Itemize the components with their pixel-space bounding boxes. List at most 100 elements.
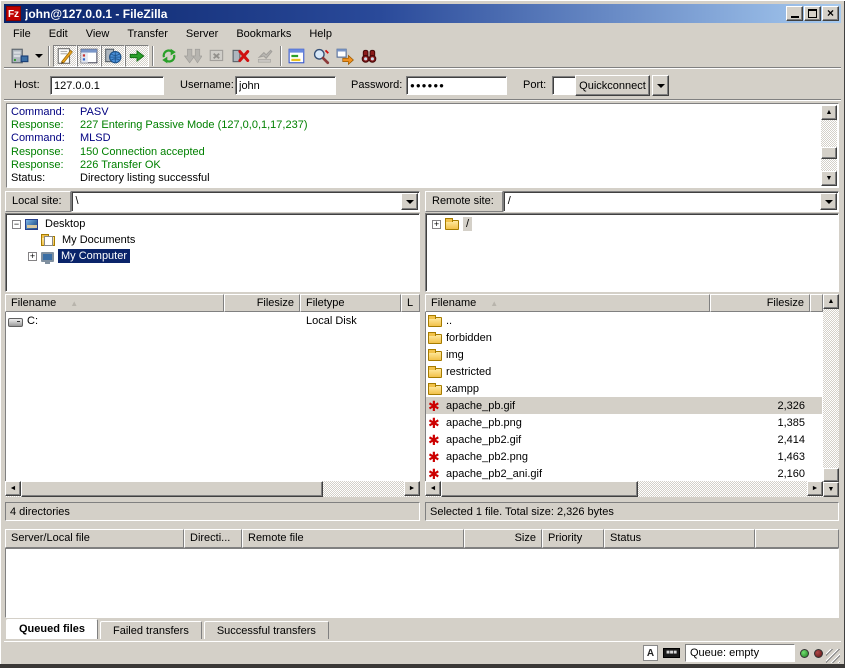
close-button[interactable]: × — [822, 6, 839, 21]
scroll-right-icon[interactable]: ► — [404, 481, 420, 496]
menu-item[interactable]: Transfer — [118, 26, 177, 42]
remote-pane: Remote site: / / Filename Filesize — [425, 191, 839, 522]
log-scrollbar[interactable]: ▲ ▼ — [821, 105, 837, 186]
site-manager-dropdown-button[interactable] — [32, 45, 45, 67]
refresh-button[interactable] — [157, 45, 181, 67]
file-row[interactable]: apache_pb.png 1,385 — [426, 414, 822, 431]
queue-tab[interactable]: Queued files — [6, 619, 98, 639]
queue-list[interactable] — [5, 548, 839, 618]
disconnect-button[interactable] — [229, 45, 253, 67]
file-row[interactable]: apache_pb.gif 2,326 — [426, 397, 822, 414]
queue-tab[interactable]: Failed transfers — [100, 621, 202, 639]
scroll-right-icon[interactable]: ► — [807, 481, 823, 496]
menu-item[interactable]: Bookmarks — [227, 26, 300, 42]
quickconnect-button[interactable]: Quickconnect — [575, 75, 650, 96]
minimize-button[interactable] — [786, 6, 803, 21]
menu-item[interactable]: Edit — [40, 26, 77, 42]
toolbar — [4, 43, 841, 69]
cancel-button[interactable] — [205, 45, 229, 67]
column-header[interactable]: Filesize — [710, 294, 810, 312]
remote-vscrollbar[interactable]: ▲ ▼ — [823, 294, 839, 497]
filter-button[interactable] — [285, 45, 309, 67]
menu-item[interactable]: View — [77, 26, 119, 42]
scroll-up-icon[interactable]: ▲ — [821, 105, 837, 120]
maximize-icon — [808, 9, 817, 18]
remote-vscrollbar-track[interactable] — [823, 309, 839, 482]
tree-expander-icon[interactable] — [432, 220, 441, 229]
menu-item[interactable]: File — [4, 26, 40, 42]
column-header[interactable]: Remote file — [242, 529, 464, 548]
file-row[interactable]: img — [426, 346, 822, 363]
scroll-up-icon[interactable]: ▲ — [823, 294, 839, 309]
column-header[interactable]: Priority — [542, 529, 604, 548]
toggle-local-tree-button[interactable] — [77, 45, 101, 67]
column-header[interactable] — [810, 294, 823, 312]
file-row[interactable]: C: Local Disk — [6, 312, 419, 329]
remote-site-combo[interactable]: / — [503, 191, 839, 212]
remote-hscrollbar[interactable]: ◄ ► — [425, 481, 823, 497]
tree-expander-icon[interactable] — [28, 252, 37, 261]
file-type-icon — [428, 450, 442, 464]
compare-button[interactable] — [309, 45, 333, 67]
resize-grip[interactable] — [826, 649, 840, 663]
tree-expander-icon[interactable] — [12, 220, 21, 229]
column-header[interactable]: Filesize — [224, 294, 300, 312]
toggle-remote-tree-button[interactable] — [101, 45, 125, 67]
maximize-button[interactable] — [804, 6, 821, 21]
scroll-left-icon[interactable]: ◄ — [425, 481, 441, 496]
column-header[interactable]: Size — [464, 529, 542, 548]
file-row[interactable]: apache_pb2.gif 2,414 — [426, 431, 822, 448]
tree-item[interactable]: / — [426, 216, 838, 232]
tree-item[interactable]: Desktop — [6, 216, 419, 232]
process-queue-button[interactable] — [181, 45, 205, 67]
disconnect-icon — [232, 47, 250, 65]
log-scrollbar-track[interactable] — [821, 120, 837, 171]
queue-tab[interactable]: Successful transfers — [204, 621, 329, 639]
file-row[interactable]: xampp — [426, 380, 822, 397]
local-site-combo[interactable]: \ — [71, 191, 420, 212]
scroll-down-icon[interactable]: ▼ — [821, 171, 837, 186]
transfer-type-ascii-icon[interactable]: A — [643, 645, 658, 661]
file-row[interactable]: apache_pb2_ani.gif 2,160 — [426, 465, 822, 481]
file-row[interactable]: forbidden — [426, 329, 822, 346]
file-row[interactable]: restricted — [426, 363, 822, 380]
log-scrollbar-thumb[interactable] — [821, 147, 837, 159]
host-input[interactable] — [50, 76, 164, 95]
username-input[interactable] — [235, 76, 336, 95]
filter-icon — [288, 47, 306, 65]
column-header[interactable]: Filename — [425, 294, 710, 312]
menu-item[interactable]: Help — [300, 26, 341, 42]
remote-vscrollbar-thumb[interactable] — [823, 468, 839, 482]
password-input[interactable] — [406, 76, 507, 95]
scroll-left-icon[interactable]: ◄ — [5, 481, 21, 496]
remote-hscrollbar-thumb[interactable] — [441, 481, 638, 497]
sync-browsing-button[interactable] — [333, 45, 357, 67]
column-header[interactable]: Filetype — [300, 294, 401, 312]
toggle-log-button[interactable] — [53, 45, 77, 67]
column-header[interactable] — [755, 529, 839, 548]
column-header[interactable]: Directi... — [184, 529, 242, 548]
file-row[interactable]: apache_pb2.png 1,463 — [426, 448, 822, 465]
menu-item[interactable]: Server — [177, 26, 227, 42]
toggle-queue-button[interactable] — [125, 45, 149, 67]
tree-item[interactable]: My Documents — [6, 232, 419, 248]
column-header[interactable]: Status — [604, 529, 755, 548]
quickconnect-dropdown-button[interactable] — [652, 75, 669, 96]
tree-item[interactable]: My Computer — [6, 248, 419, 264]
column-header[interactable]: Server/Local file — [5, 529, 184, 548]
toggle-log-icon — [56, 47, 74, 65]
remote-site-dropdown-button[interactable] — [820, 193, 837, 210]
remote-file-list: .. forbidden img restricted — [425, 312, 823, 481]
find-files-button[interactable] — [357, 45, 381, 67]
file-row[interactable]: .. — [426, 312, 822, 329]
column-header[interactable]: Filename — [5, 294, 224, 312]
scroll-down-icon[interactable]: ▼ — [823, 482, 839, 497]
speedlimit-indicator-icon[interactable]: ■■■ — [663, 648, 680, 658]
local-hscrollbar[interactable]: ◄ ► — [5, 481, 420, 497]
site-manager-button[interactable] — [8, 45, 32, 67]
reconnect-button[interactable] — [253, 45, 277, 67]
local-site-dropdown-button[interactable] — [401, 193, 418, 210]
transfer-queue: Server/Local file Directi... Remote file… — [5, 529, 839, 618]
column-header[interactable]: L — [401, 294, 420, 312]
local-hscrollbar-thumb[interactable] — [21, 481, 323, 497]
